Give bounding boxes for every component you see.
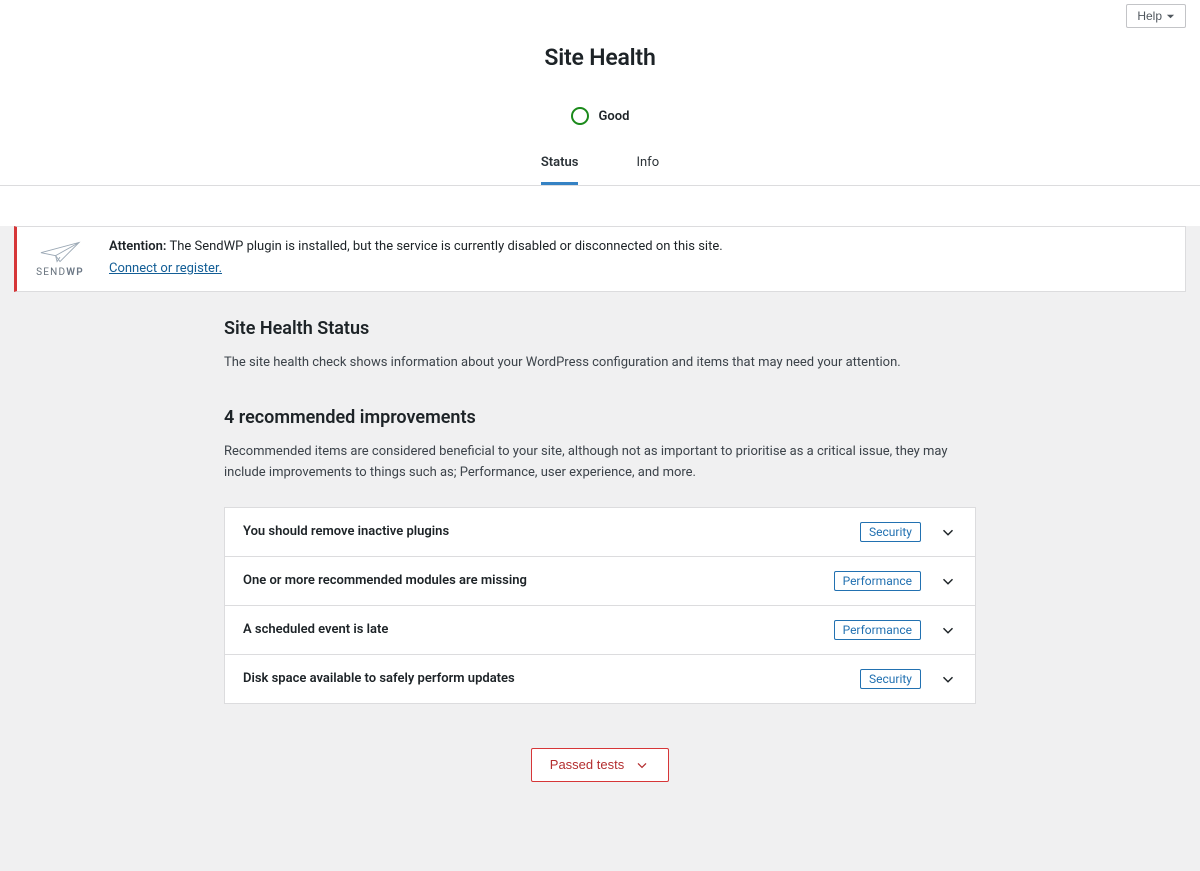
sendwp-logo: SENDWP (31, 239, 89, 278)
improvement-badge: Performance (834, 571, 921, 591)
notice-text: The SendWP plugin is installed, but the … (169, 239, 722, 254)
tab-info[interactable]: Info (636, 155, 659, 185)
improvement-row[interactable]: Disk space available to safely perform u… (225, 655, 975, 703)
improvement-row[interactable]: A scheduled event is late Performance (225, 606, 975, 655)
notice-body: Attention: The SendWP plugin is installe… (109, 237, 723, 279)
sendwp-notice: SENDWP Attention: The SendWP plugin is i… (14, 226, 1186, 292)
improvement-row[interactable]: You should remove inactive plugins Secur… (225, 508, 975, 557)
chevron-down-icon (939, 572, 957, 590)
caret-down-icon (1166, 12, 1175, 21)
site-health-content: Site Health Status The site health check… (224, 318, 976, 781)
passed-tests-button[interactable]: Passed tests (531, 748, 669, 782)
status-circle-icon (571, 107, 589, 125)
chevron-down-icon (939, 670, 957, 688)
improvement-row[interactable]: One or more recommended modules are miss… (225, 557, 975, 606)
notice-strong: Attention: (109, 239, 166, 254)
improvements-desc: Recommended items are considered benefic… (224, 442, 976, 482)
chevron-down-icon (939, 523, 957, 541)
connect-or-register-link[interactable]: Connect or register. (109, 259, 222, 279)
improvement-badge: Security (860, 669, 921, 689)
improvement-title: A scheduled event is late (243, 622, 388, 637)
overall-status: Good (0, 107, 1200, 125)
status-heading: Site Health Status (224, 318, 976, 339)
improvement-badge: Performance (834, 620, 921, 640)
improvement-title: You should remove inactive plugins (243, 524, 449, 539)
improvements-heading: 4 recommended improvements (224, 407, 976, 428)
tabs: Status Info (0, 155, 1200, 185)
chevron-down-icon (634, 757, 650, 773)
body-area: SENDWP Attention: The SendWP plugin is i… (0, 226, 1200, 871)
improvement-title: Disk space available to safely perform u… (243, 671, 515, 686)
improvement-badge: Security (860, 522, 921, 542)
improvement-title: One or more recommended modules are miss… (243, 573, 527, 588)
improvements-list: You should remove inactive plugins Secur… (224, 507, 976, 704)
overall-status-label: Good (599, 109, 630, 124)
paper-plane-icon (38, 239, 82, 265)
status-desc: The site health check shows information … (224, 353, 976, 373)
tab-status[interactable]: Status (541, 155, 579, 185)
site-health-header: Site Health Good Status Info (0, 30, 1200, 186)
passed-tests-label: Passed tests (550, 757, 624, 772)
help-label: Help (1137, 9, 1162, 23)
chevron-down-icon (939, 621, 957, 639)
help-button[interactable]: Help (1126, 4, 1186, 28)
page-title: Site Health (0, 44, 1200, 71)
